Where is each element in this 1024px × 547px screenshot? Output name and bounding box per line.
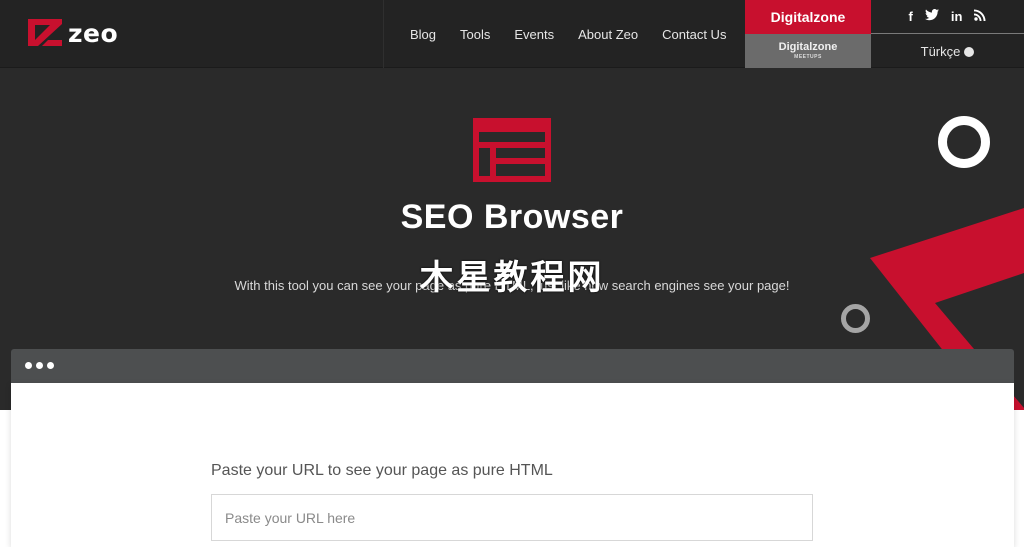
digitalzone-meetups-button[interactable]: Digitalzone MEETUPS	[745, 34, 871, 68]
browser-card-bar	[11, 349, 1014, 383]
nav-about[interactable]: About Zeo	[566, 27, 650, 42]
decorative-ring-large	[938, 116, 990, 168]
rss-icon[interactable]	[974, 9, 986, 24]
language-label: Türkçe	[920, 44, 961, 59]
language-switch[interactable]: Türkçe	[871, 35, 1024, 68]
linkedin-icon[interactable]: in	[951, 9, 963, 24]
digitalzone-meetups-label: Digitalzone	[778, 41, 838, 53]
nav-contact[interactable]: Contact Us	[650, 27, 738, 42]
decorative-ring-small	[841, 304, 870, 333]
zeo-logo[interactable]: zeo	[26, 16, 118, 50]
facebook-icon[interactable]: f	[909, 9, 913, 24]
digitalzone-button[interactable]: Digitalzone	[745, 0, 871, 34]
zeo-logo-icon	[28, 19, 62, 46]
social-links: f in	[871, 0, 1024, 34]
nav-events[interactable]: Events	[502, 27, 566, 42]
watermark-text: 木星教程网	[419, 259, 605, 297]
url-label: Paste your URL to see your page as pure …	[211, 462, 553, 479]
header-divider	[383, 0, 384, 68]
twitter-icon[interactable]	[924, 9, 939, 24]
digitalzone-label: Digitalzone	[770, 9, 846, 25]
site-header: zeo Blog Tools Events About Zeo Contact …	[0, 0, 1024, 68]
globe-icon	[964, 46, 975, 57]
page-title: SEO Browser	[400, 198, 624, 236]
browser-window-icon	[473, 118, 551, 182]
digitalzone-meetups-sub: MEETUPS	[794, 54, 822, 60]
nav-tools[interactable]: Tools	[448, 27, 502, 42]
url-input[interactable]	[211, 494, 813, 541]
main-nav: Blog Tools Events About Zeo Contact Us	[398, 0, 738, 68]
nav-blog[interactable]: Blog	[398, 27, 448, 42]
window-dots-icon	[25, 362, 54, 369]
logo-text: zeo	[68, 18, 119, 48]
